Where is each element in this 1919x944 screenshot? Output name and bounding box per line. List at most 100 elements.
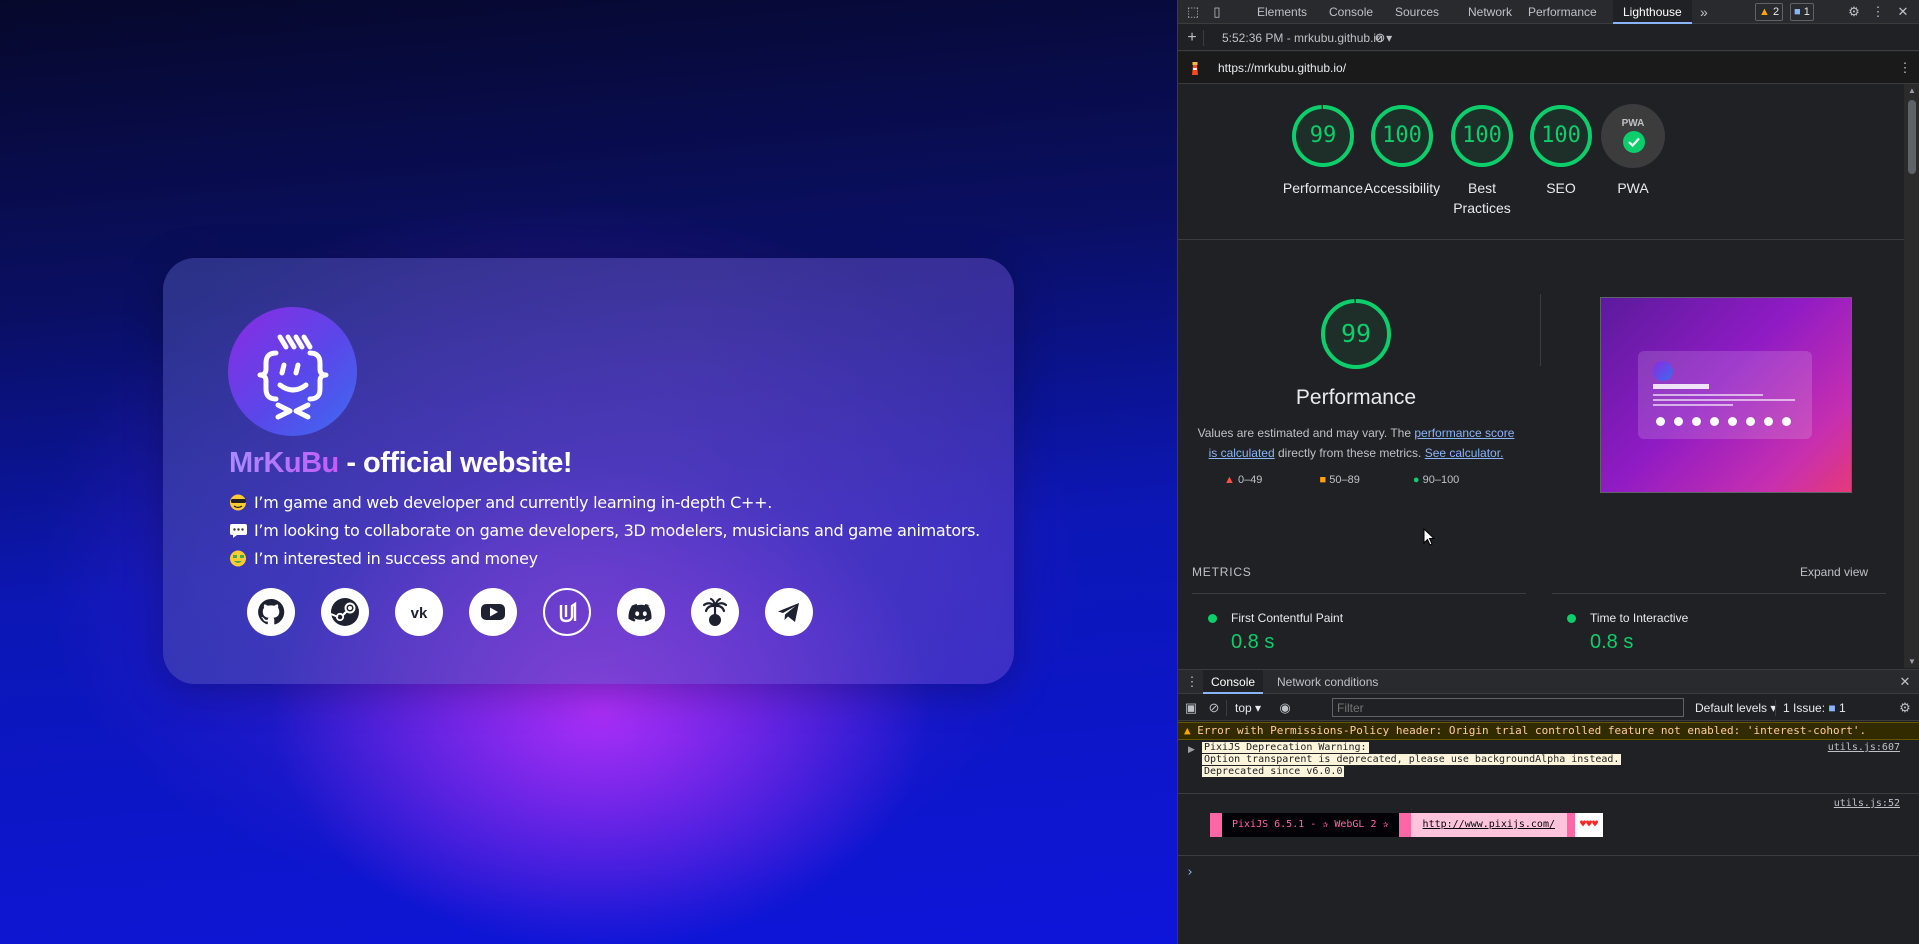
- source-link[interactable]: utils.js:607: [1828, 742, 1900, 753]
- thumbnail-line: [1653, 404, 1733, 406]
- sidebar-toggle-icon[interactable]: ▣: [1183, 700, 1199, 716]
- settings-gear-icon[interactable]: ⚙: [1846, 4, 1862, 20]
- performance-detail-gauge: 99: [1320, 298, 1392, 370]
- sunglasses-emoji-icon: [230, 494, 246, 511]
- steam-link[interactable]: [321, 588, 369, 636]
- console-filter-input[interactable]: [1332, 698, 1684, 717]
- issues-count: 1: [1838, 701, 1846, 715]
- tab-network[interactable]: Network: [1468, 0, 1512, 24]
- github-link[interactable]: [247, 588, 295, 636]
- vk-link[interactable]: vk: [395, 588, 443, 636]
- console-toolbar: ▣ ⊘ top ▾ ◉ Default levels ▾ 1 Issue: ■ …: [1178, 695, 1919, 721]
- brand-name: MrKuBu: [229, 447, 339, 479]
- clear-console-icon[interactable]: ⊘: [1206, 700, 1222, 716]
- messages-count: 1: [1803, 6, 1810, 18]
- log-levels-dropdown[interactable]: Default levels ▾: [1695, 701, 1776, 715]
- avatar: [228, 307, 357, 436]
- report-url-bar: https://mrkubu.github.io/ ⋮: [1178, 52, 1919, 84]
- console-settings-gear-icon[interactable]: ⚙: [1897, 700, 1913, 716]
- pwa-badge-icon: PWA: [1601, 104, 1665, 168]
- warning-line: Deprecated since v6.0.0: [1202, 766, 1345, 777]
- warning-line: Option transparent is deprecated, please…: [1202, 754, 1622, 765]
- expand-view-toggle[interactable]: Expand view: [1800, 565, 1868, 579]
- tab-lighthouse[interactable]: Lighthouse: [1613, 0, 1692, 24]
- banner-block: [1398, 813, 1411, 837]
- device-toolbar-icon[interactable]: ▯: [1209, 4, 1225, 20]
- pixi-banner: PixiJS 6.5.1 - ✰ WebGL 2 ✰ http://www.pix…: [1210, 813, 1604, 837]
- console-prompt[interactable]: ›: [1186, 865, 1194, 880]
- speech-bubble-emoji-icon: [230, 524, 247, 538]
- scrollbar-thumb[interactable]: [1908, 100, 1916, 174]
- drawer-menu-icon[interactable]: ⋮: [1184, 674, 1200, 690]
- banner-block: [1210, 813, 1222, 837]
- profile-card: MrKuBu - official website! I’m game and …: [163, 258, 1014, 684]
- message-icon: ■: [1794, 6, 1801, 18]
- pwa-gauge[interactable]: PWA: [1601, 104, 1665, 168]
- issues-counter[interactable]: 1 Issue: ■ 1: [1783, 701, 1846, 715]
- discord-icon: [628, 604, 652, 622]
- final-screenshot-thumbnail: [1600, 297, 1852, 493]
- pass-circle-icon: [1208, 614, 1217, 623]
- source-link[interactable]: utils.js:52: [1834, 798, 1900, 809]
- inspect-element-icon[interactable]: ⬚: [1185, 4, 1201, 20]
- expand-arrow-icon[interactable]: ▶: [1188, 744, 1195, 755]
- warning-line: PixiJS Deprecation Warning:: [1202, 742, 1369, 753]
- svg-text:vk: vk: [411, 605, 428, 622]
- thumbnail-line: [1653, 394, 1763, 396]
- lighthouse-toolbar: + 5:52:36 PM - mrkubu.github.io ▾ ⊘: [1178, 25, 1919, 51]
- lighthouse-logo-icon: [1192, 62, 1198, 75]
- score-gauge-seo[interactable]: 100: [1529, 104, 1593, 168]
- warnings-count: 2: [1772, 6, 1780, 18]
- close-devtools-icon[interactable]: ✕: [1895, 4, 1911, 20]
- lighthouse-report: 99 Performance 100 Accessibility 100 Best Prac…: [1178, 84, 1904, 668]
- itch-link[interactable]: [691, 588, 739, 636]
- scroll-up-icon[interactable]: ▲: [1908, 86, 1916, 95]
- telegram-link[interactable]: [765, 588, 813, 636]
- discord-link[interactable]: [617, 588, 665, 636]
- pixi-deprecation-message: PixiJS Deprecation Warning: Option trans…: [1202, 742, 1622, 778]
- mouse-cursor-icon: [1423, 528, 1435, 546]
- context-selector[interactable]: top ▾: [1235, 701, 1261, 715]
- metric-value: 0.8 s: [1231, 631, 1275, 653]
- tab-sources[interactable]: Sources: [1395, 0, 1439, 24]
- page-title: MrKuBu - official website!: [229, 447, 573, 480]
- tab-elements[interactable]: Elements: [1257, 0, 1307, 24]
- pixi-link[interactable]: http://www.pixijs.com/: [1410, 813, 1567, 837]
- scroll-down-icon[interactable]: ▼: [1908, 657, 1916, 666]
- tab-performance[interactable]: Performance: [1528, 0, 1597, 24]
- thumbnail-title: [1653, 384, 1709, 389]
- console-drawer: ⋮ Console Network conditions ✕ ▣ ⊘ top ▾…: [1178, 669, 1919, 944]
- drawer-tab-console[interactable]: Console: [1203, 670, 1264, 694]
- score-gauge-performance[interactable]: 99: [1291, 104, 1355, 168]
- clear-reports-icon[interactable]: ⊘: [1372, 30, 1388, 46]
- pass-circle-icon: [1567, 614, 1576, 623]
- score-value: 99: [1309, 123, 1337, 148]
- score-gauge-accessibility[interactable]: 100: [1370, 104, 1434, 168]
- banner-block: [1567, 813, 1575, 837]
- score-legend: ▲ 0–49 ■ 50–89 ● 90–100: [1224, 474, 1459, 486]
- close-drawer-icon[interactable]: ✕: [1897, 674, 1913, 690]
- score-gauge-best-practices[interactable]: 100: [1450, 104, 1514, 168]
- kebab-menu-icon[interactable]: ⋮: [1870, 4, 1886, 20]
- title-suffix: - official website!: [338, 447, 573, 479]
- fail-triangle-icon: ▲: [1224, 474, 1235, 486]
- report-selector[interactable]: 5:52:36 PM - mrkubu.github.io ▾: [1222, 31, 1392, 45]
- drawer-tab-network-conditions[interactable]: Network conditions: [1277, 670, 1378, 694]
- vk-icon: vk: [411, 605, 428, 622]
- metric-value: 0.8 s: [1590, 631, 1634, 653]
- tab-console[interactable]: Console: [1329, 0, 1373, 24]
- warnings-badge[interactable]: ▲ 2: [1755, 3, 1784, 21]
- new-report-icon[interactable]: +: [1184, 30, 1200, 46]
- performance-description: Values are estimated and may vary. The p…: [1196, 423, 1516, 463]
- see-calculator-link[interactable]: See calculator.: [1425, 446, 1504, 460]
- report-selector-label: 5:52:36 PM - mrkubu.github.io: [1222, 31, 1383, 45]
- live-expression-eye-icon[interactable]: ◉: [1277, 700, 1293, 716]
- score-value: 100: [1462, 123, 1502, 148]
- itch-palm-icon: [702, 597, 728, 626]
- report-menu-icon[interactable]: ⋮: [1897, 60, 1913, 76]
- more-tabs-button[interactable]: »: [1700, 0, 1708, 24]
- messages-badge[interactable]: ■ 1: [1790, 3, 1814, 21]
- unreal-engine-link[interactable]: [543, 588, 591, 636]
- report-scrollbar[interactable]: ▲ ▼: [1904, 84, 1919, 668]
- youtube-link[interactable]: [469, 588, 517, 636]
